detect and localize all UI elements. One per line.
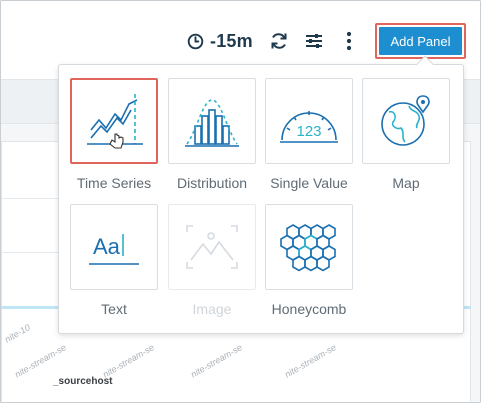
single-value-number: 123 <box>296 123 321 140</box>
panel-option-box <box>70 78 158 164</box>
text-icon-glyph: Aa <box>93 234 121 259</box>
panel-option-time-series[interactable]: Time Series <box>70 78 158 191</box>
axis-title: _sourcehost <box>53 376 113 387</box>
panel-type-menu: Time Series Distribution 123 Single Valu… <box>58 55 464 334</box>
panel-option-map[interactable]: Map <box>362 78 450 191</box>
honeycomb-icon <box>280 224 336 272</box>
panel-option-distribution[interactable]: Distribution <box>168 78 256 191</box>
panel-option-label: Image <box>192 301 232 317</box>
map-icon <box>381 95 430 146</box>
panel-option-image: Image <box>168 204 256 317</box>
panel-option-text[interactable]: Aa Text <box>70 204 158 317</box>
image-icon <box>186 225 238 269</box>
text-icon: Aa <box>89 234 139 265</box>
panel-option-label: Map <box>392 175 420 191</box>
panel-option-box: Aa <box>70 204 158 290</box>
time-series-icon <box>87 94 143 149</box>
panel-option-box: 123 <box>265 78 353 164</box>
time-range-picker[interactable]: -15m <box>187 29 253 53</box>
panel-option-box <box>168 78 256 164</box>
add-panel-button[interactable]: Add Panel <box>379 27 462 55</box>
panel-option-box <box>362 78 450 164</box>
add-panel-highlight: Add Panel <box>375 23 466 59</box>
panel-option-honeycomb[interactable]: Honeycomb <box>265 204 353 317</box>
time-range-label: -15m <box>210 30 253 51</box>
panel-option-label: Honeycomb <box>271 301 347 317</box>
app-frame: nite-10 nite-stream-se nite-stream-se ni… <box>0 0 481 403</box>
panel-option-box <box>265 204 353 290</box>
panel-option-label: Distribution <box>176 175 248 191</box>
panel-option-label: Single Value <box>270 175 348 191</box>
panel-option-box <box>168 204 256 290</box>
clock-icon <box>187 33 204 49</box>
panel-option-single-value[interactable]: 123 Single Value <box>265 78 353 191</box>
grid-line <box>2 252 62 253</box>
grid-line <box>2 198 62 199</box>
panel-option-label: Text <box>101 301 127 317</box>
refresh-icon[interactable] <box>269 31 289 51</box>
panel-option-label: Time Series <box>76 175 152 191</box>
more-options-icon[interactable] <box>341 30 357 52</box>
filters-icon[interactable] <box>304 31 324 51</box>
distribution-icon <box>185 99 239 147</box>
single-value-icon: 123 <box>280 111 338 143</box>
